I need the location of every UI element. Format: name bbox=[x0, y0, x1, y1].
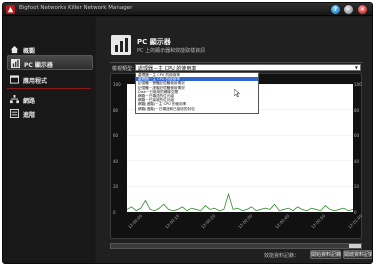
y-tick-label: 40 bbox=[354, 158, 360, 164]
divider bbox=[110, 62, 363, 63]
minimize-button[interactable]: – bbox=[343, 4, 354, 15]
y-tick-label: 40 bbox=[113, 158, 119, 164]
logging-label: 效能資料記錄： bbox=[264, 253, 300, 259]
y-tick-label: 100 bbox=[354, 82, 362, 87]
home-icon bbox=[10, 45, 19, 54]
y-tick-label: 20 bbox=[354, 184, 360, 190]
x-tick-label: 12:00:20 bbox=[200, 213, 217, 230]
view-type-select[interactable]: 處理器－主 CPU 的使用率 ▼ bbox=[135, 64, 361, 72]
app-window: Bigfoot Networks Killer Network Manager … bbox=[2, 2, 373, 264]
sidebar-item-advanced[interactable]: 進階 bbox=[7, 106, 93, 121]
sidebar-item-label: 概觀 bbox=[23, 48, 36, 55]
y-tick-label: 0 bbox=[354, 210, 357, 215]
sidebar-item-label: 進階 bbox=[23, 112, 36, 119]
start-logging-button[interactable]: 開始資料記錄 bbox=[310, 250, 341, 259]
pc-monitor-icon bbox=[111, 35, 131, 55]
x-tick-label: 12:00:40 bbox=[273, 213, 290, 230]
view-type-label: 檢視類型： bbox=[112, 66, 138, 72]
sidebar-item-applications[interactable]: 應用程式 bbox=[7, 72, 93, 87]
network-icon bbox=[10, 95, 19, 104]
list-icon bbox=[10, 109, 19, 118]
x-tick-label: 12:00:10 bbox=[163, 213, 180, 230]
view-type-dropdown-list: 處理器－主 CPU 的使用率 處理器－主 CPU 的使用率 記憶體－實體記憶體使用情… bbox=[135, 72, 259, 114]
mouse-cursor-icon bbox=[234, 89, 240, 97]
sidebar-item-label: 應用程式 bbox=[23, 78, 48, 85]
sidebar-item-label: PC 顯示器 bbox=[24, 62, 53, 69]
open-logging-button[interactable]: 開啟資料記錄 bbox=[343, 250, 372, 259]
help-button[interactable]: ? bbox=[330, 4, 341, 15]
window-icon bbox=[10, 75, 19, 84]
sidebar-item-pc-monitor[interactable]: PC 顯示器 bbox=[7, 55, 93, 70]
bar-chart-icon bbox=[11, 59, 20, 68]
scrollbar-thumb[interactable] bbox=[349, 244, 361, 248]
sidebar-item-label: 網路 bbox=[23, 98, 36, 105]
page-subtitle: PC 上的顯示器和效能取樣資訊 bbox=[137, 48, 206, 54]
x-tick-label: 12:01:00 bbox=[347, 213, 364, 230]
sidebar-item-network[interactable]: 網路 bbox=[7, 92, 93, 107]
close-button[interactable]: × bbox=[357, 4, 368, 15]
x-tick-label: 12:00:50 bbox=[310, 213, 327, 230]
page-title: PC 顯示器 bbox=[137, 38, 171, 46]
x-tick-label: 12:00:00 bbox=[127, 213, 144, 230]
chart-scrollbar[interactable] bbox=[110, 243, 362, 249]
divider bbox=[7, 88, 91, 89]
window-title: Bigfoot Networks Killer Network Manager bbox=[19, 5, 133, 11]
view-type-selected-value: 處理器－主 CPU 的使用率 bbox=[138, 66, 197, 72]
y-tick-label: 80 bbox=[354, 107, 360, 113]
dropdown-option[interactable]: 網路(進階)－已傳送和已接收的封包 bbox=[136, 107, 258, 111]
app-logo-icon bbox=[6, 5, 15, 14]
y-tick-label: 20 bbox=[113, 184, 119, 190]
chevron-down-icon: ▼ bbox=[354, 65, 358, 70]
y-tick-label: 0 bbox=[113, 210, 116, 215]
title-bar: Bigfoot Networks Killer Network Manager … bbox=[3, 3, 372, 16]
main-panel: PC 顯示器 PC 上的顯示器和效能取樣資訊 檢視類型： 處理器－主 CPU 的… bbox=[96, 17, 372, 263]
y-tick-label: 80 bbox=[113, 107, 119, 113]
y-tick-label: 100 bbox=[113, 82, 121, 87]
y-tick-label: 60 bbox=[354, 133, 360, 139]
y-tick-label: 60 bbox=[113, 133, 119, 139]
x-tick-label: 12:00:30 bbox=[237, 213, 254, 230]
chart-series-line bbox=[127, 192, 353, 212]
sidebar: 概觀 PC 顯示器 應用程式 網路 進階 bbox=[3, 17, 95, 263]
